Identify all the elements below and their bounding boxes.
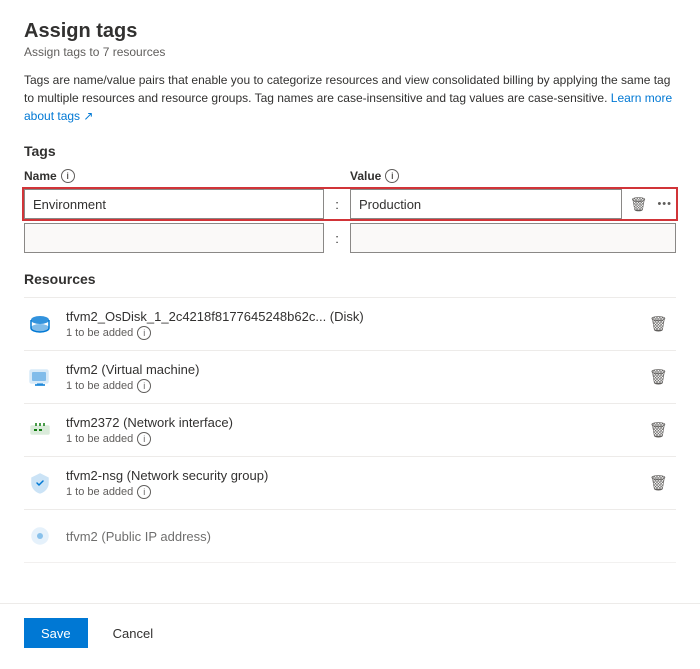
nic-icon xyxy=(24,414,56,446)
name-info-icon: i xyxy=(61,169,75,183)
nsg-icon xyxy=(24,467,56,499)
tag-row-2: : xyxy=(24,223,676,253)
more-icon-1: ••• xyxy=(657,198,672,210)
resource-delete-button[interactable]: 🗑 xyxy=(641,311,676,337)
list-item: tfvm2 (Virtual machine) 1 to be added i … xyxy=(24,351,676,404)
tag-name-input-2[interactable] xyxy=(24,223,324,253)
save-button[interactable]: Save xyxy=(24,618,88,648)
footer-bar: Save Cancel xyxy=(0,603,700,662)
list-item: tfvm2372 (Network interface) 1 to be add… xyxy=(24,404,676,457)
resource-delete-button[interactable]: 🗑 xyxy=(641,417,676,443)
tag-row-1: : 🗑 ••• xyxy=(24,189,676,219)
page-title: Assign tags xyxy=(24,20,676,43)
tags-section-title: Tags xyxy=(24,143,676,159)
resource-delete-button[interactable]: 🗑 xyxy=(641,364,676,390)
tag-delete-button-1[interactable]: 🗑 xyxy=(626,192,652,217)
trash-icon-1: 🗑 xyxy=(630,196,648,213)
resource-info-icon: i xyxy=(137,432,151,446)
tag-name-input-1[interactable] xyxy=(24,189,324,219)
tag-colon-1: : xyxy=(328,197,346,212)
tag-value-input-1[interactable] xyxy=(350,189,622,219)
resource-status: 1 to be added i xyxy=(66,485,641,499)
list-item: tfvm2_OsDisk_1_2c4218f8177645248b62c... … xyxy=(24,297,676,351)
trash-icon: 🗑 xyxy=(649,421,668,439)
vm-icon xyxy=(24,361,56,393)
resource-status: 1 to be added i xyxy=(66,432,641,446)
tag-value-input-2[interactable] xyxy=(350,223,676,253)
page-subtitle: Assign tags to 7 resources xyxy=(24,45,676,59)
description-text: Tags are name/value pairs that enable yo… xyxy=(24,71,676,125)
resource-info-icon: i xyxy=(137,485,151,499)
value-info-icon: i xyxy=(385,169,399,183)
list-item: tfvm2-nsg (Network security group) 1 to … xyxy=(24,457,676,510)
tag-more-button-1[interactable]: ••• xyxy=(653,194,676,214)
list-item: tfvm2 (Public IP address) xyxy=(24,510,676,563)
trash-icon: 🗑 xyxy=(649,368,668,386)
resource-info-icon: i xyxy=(137,379,151,393)
cancel-button[interactable]: Cancel xyxy=(96,618,170,648)
resource-info-icon: i xyxy=(137,326,151,340)
disk-icon xyxy=(24,308,56,340)
resources-section-title: Resources xyxy=(24,271,676,287)
resource-name: tfvm2372 (Network interface) xyxy=(66,415,641,430)
resource-name: tfvm2_OsDisk_1_2c4218f8177645248b62c... … xyxy=(66,309,641,324)
value-column-header: Value xyxy=(350,169,381,183)
resource-status: 1 to be added i xyxy=(66,379,641,393)
pip-icon xyxy=(24,520,56,552)
resource-status: 1 to be added i xyxy=(66,326,641,340)
resource-name: tfvm2 (Public IP address) xyxy=(66,529,676,544)
name-column-header: Name xyxy=(24,169,57,183)
resource-name: tfvm2-nsg (Network security group) xyxy=(66,468,641,483)
resource-name: tfvm2 (Virtual machine) xyxy=(66,362,641,377)
trash-icon: 🗑 xyxy=(649,315,668,333)
resource-list: tfvm2_OsDisk_1_2c4218f8177645248b62c... … xyxy=(24,297,676,563)
tag-colon-2: : xyxy=(328,231,346,246)
trash-icon: 🗑 xyxy=(649,474,668,492)
resource-delete-button[interactable]: 🗑 xyxy=(641,470,676,496)
